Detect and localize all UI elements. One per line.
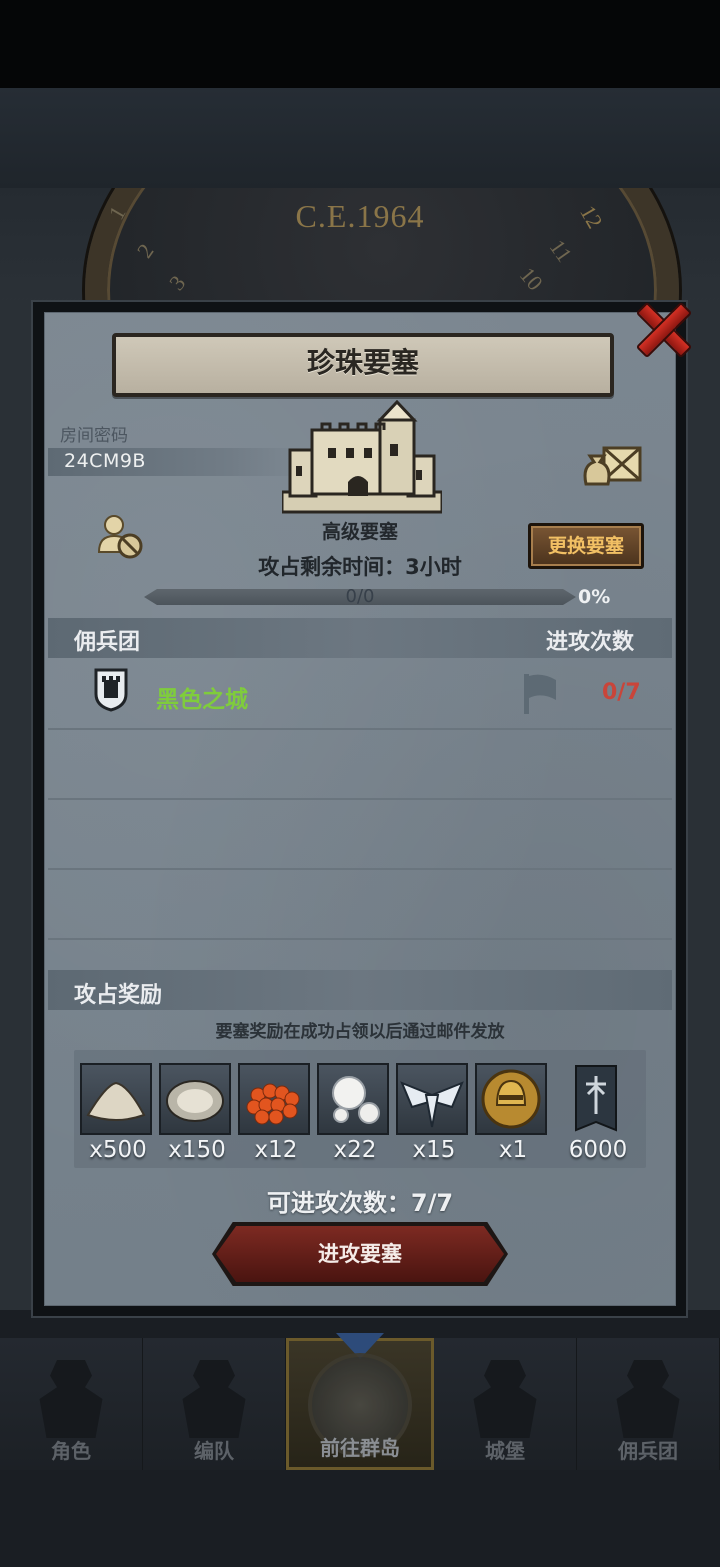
row-divider (48, 728, 672, 730)
room-code: 24CM9B (64, 450, 146, 472)
supplies-icon[interactable] (580, 440, 644, 488)
reward-count: 6000 (568, 1137, 628, 1163)
nav-item-formation[interactable]: 编队 (143, 1338, 286, 1470)
fish-roe-icon (246, 1083, 300, 1125)
top-header-band (0, 88, 720, 190)
fortress-level: 高级要塞 (321, 521, 398, 543)
change-fortress-button[interactable]: 更换要塞 (528, 523, 644, 569)
helmet-icon (182, 1360, 246, 1438)
row-divider (48, 798, 672, 800)
nav-label: 前往群岛 (320, 1436, 400, 1460)
nav-label: 编队 (194, 1439, 234, 1463)
pearls-icon (332, 1076, 380, 1124)
winged-emblem-icon (400, 1081, 464, 1128)
row-divider (48, 938, 672, 940)
mercenary-column-header: 佣兵团 (74, 630, 141, 655)
reward-count: x15 (412, 1137, 456, 1163)
attacks-column-header: 进攻次数 (546, 630, 635, 655)
rewards-note: 要塞奖励在成功占领以后通过邮件发放 (215, 1022, 505, 1042)
nav-label: 城堡 (485, 1439, 525, 1463)
row-divider (48, 868, 672, 870)
castle-icon (473, 1360, 537, 1438)
reward-fish-roe[interactable] (238, 1063, 310, 1135)
left-backdrop (0, 300, 31, 1340)
flag-icon (524, 674, 556, 714)
reward-sand-pile[interactable] (80, 1063, 152, 1135)
rewards-title: 攻占奖励 (74, 983, 163, 1008)
close-button[interactable] (634, 298, 690, 356)
progress-percent: 0% (578, 586, 611, 608)
user-blocked-icon[interactable] (96, 512, 144, 560)
reward-guild-banner[interactable] (572, 1064, 620, 1136)
nav-label: 佣兵团 (618, 1439, 678, 1463)
sand-pile-icon (86, 1081, 146, 1121)
nav-item-mercenary[interactable]: 佣兵团 (577, 1338, 720, 1470)
status-bar-area (0, 0, 720, 88)
nav-item-islands[interactable]: 前往群岛 (286, 1333, 434, 1470)
mercenary-icon (616, 1360, 680, 1438)
knight-icon (39, 1360, 103, 1438)
occupation-time: 攻占剩余时间：3小时 (258, 555, 462, 579)
reward-golden-helmet-medal[interactable] (475, 1063, 547, 1135)
reward-count: x22 (333, 1137, 377, 1163)
guild-shield-icon (94, 668, 128, 712)
reward-oyster[interactable] (159, 1063, 231, 1135)
reward-pearls[interactable] (317, 1063, 389, 1135)
attack-fortress-label[interactable]: 进攻要塞 (216, 1226, 504, 1282)
guild-name[interactable]: 黑色之城 (156, 680, 248, 714)
fortress-castle-icon (282, 400, 442, 514)
attacks-remaining: 可进攻次数：7/7 (266, 1189, 454, 1217)
nav-item-character[interactable]: 角色 (0, 1338, 143, 1470)
right-backdrop (688, 300, 720, 1340)
guild-banner-icon (575, 1065, 617, 1132)
progress-text: 0/0 (345, 586, 375, 607)
bottom-nav: 角色 编队 前往群岛 城堡 佣兵团 (0, 1333, 720, 1470)
dialog-title: 珍珠要塞 (306, 346, 419, 379)
clock-backdrop: C.E.1964 1 2 3 10 11 12 (0, 188, 720, 308)
nav-label: 角色 (51, 1439, 91, 1463)
reward-count: x500 (89, 1137, 147, 1163)
oyster-icon (166, 1080, 224, 1122)
golden-helmet-medal-icon (481, 1069, 541, 1129)
reward-winged-emblem[interactable] (396, 1063, 468, 1135)
reward-count: x12 (254, 1137, 298, 1163)
reward-count: x150 (168, 1137, 226, 1163)
nav-item-castle[interactable]: 城堡 (434, 1338, 577, 1470)
reward-count: x1 (498, 1137, 528, 1163)
guild-attack-count: 0/7 (602, 680, 641, 705)
room-password-label: 房间密码 (60, 426, 128, 446)
